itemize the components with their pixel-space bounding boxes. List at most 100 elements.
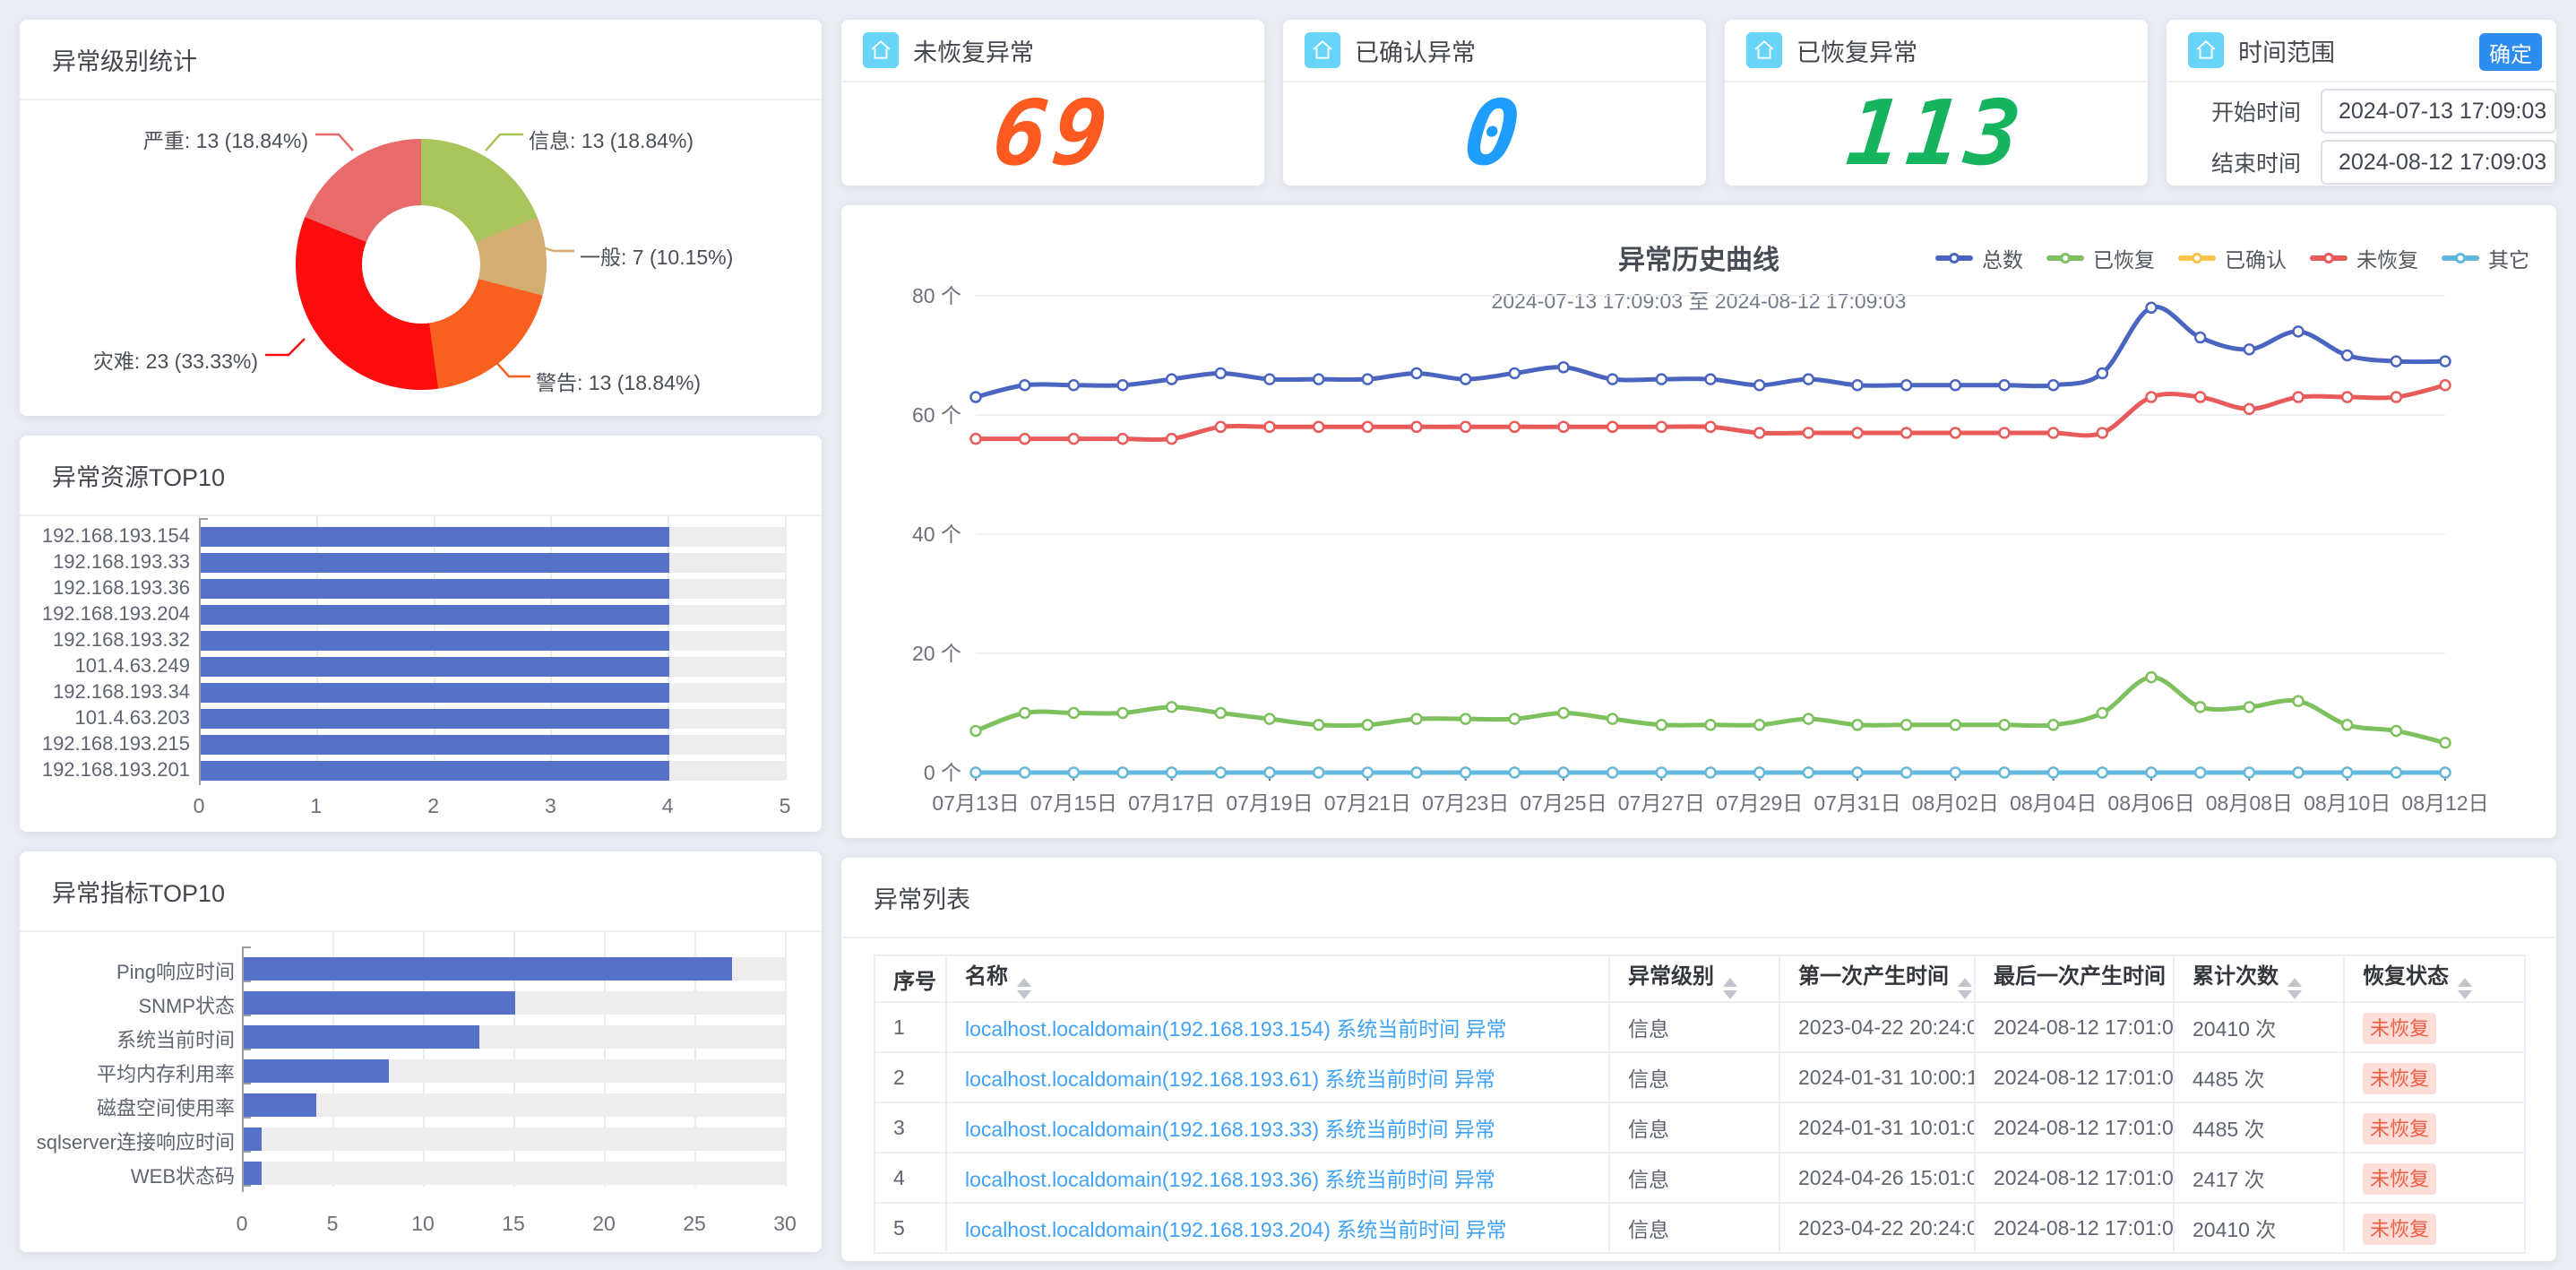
table-row: 1 localhost.localdomain(192.168.193.154) … — [874, 1002, 2525, 1052]
table-header-row: 序号名称异常级别第一次产生时间最后一次产生时间累计次数恢复状态 — [874, 955, 2525, 1002]
bar — [201, 709, 669, 729]
column-header-第一次产生时间[interactable]: 第一次产生时间 — [1779, 955, 1975, 1002]
svg-text:07月13日: 07月13日 — [932, 791, 1019, 815]
end-time-input[interactable]: 2024-08-12 17:09:03 — [2321, 140, 2556, 185]
gridline — [785, 516, 787, 780]
bar-track — [244, 1162, 785, 1185]
time-range-card: 时间范围 确定 开始时间 2024-07-13 17:09:03 结束时间 20… — [2167, 20, 2556, 186]
cell-count: 20410 次 — [2174, 1002, 2344, 1052]
metrics-top10-bar-chart: 051015202530Ping响应时间SNMP状态系统当前时间平均内存利用率磁… — [20, 932, 822, 1250]
exception-link[interactable]: localhost.localdomain(192.168.193.61) 系统… — [965, 1067, 1495, 1091]
sort-icon[interactable] — [1723, 978, 1737, 999]
cell-no: 1 — [874, 1002, 946, 1052]
y-axis-tick — [242, 1117, 251, 1119]
cell-status: 未恢复 — [2344, 1052, 2525, 1102]
svg-text:07月23日: 07月23日 — [1422, 791, 1509, 815]
column-header-异常级别[interactable]: 异常级别 — [1609, 955, 1779, 1002]
bar-category-label: WEB状态码 — [131, 1161, 235, 1189]
x-tick-label: 30 — [773, 1212, 797, 1236]
x-tick-label: 5 — [327, 1212, 339, 1236]
bar-category-label: 平均内存利用率 — [97, 1058, 235, 1087]
column-header-累计次数[interactable]: 累计次数 — [2174, 955, 2344, 1002]
pie-label-警告: 警告: 13 (18.84%) — [536, 366, 701, 396]
panel-exception-list: 异常列表 序号名称异常级别第一次产生时间最后一次产生时间累计次数恢复状态1loc… — [841, 858, 2556, 1261]
cell-count: 2417 次 — [2174, 1153, 2344, 1203]
home-icon — [1746, 32, 1782, 68]
bar-category-label: 101.4.63.249 — [75, 654, 190, 678]
column-header-名称[interactable]: 名称 — [946, 955, 1609, 1002]
column-header-最后一次产生时间[interactable]: 最后一次产生时间 — [1975, 955, 2174, 1002]
exception-link[interactable]: localhost.localdomain(192.168.193.36) 系统… — [965, 1168, 1495, 1191]
cell-name: localhost.localdomain(192.168.193.61) 系统… — [946, 1052, 1609, 1102]
svg-text:08月12日: 08月12日 — [2401, 791, 2488, 815]
svg-text:07月29日: 07月29日 — [1716, 791, 1803, 815]
dashboard: 异常级别统计 信息: 13 (18.84%)一般: 7 (10.15%)警告: … — [0, 0, 2576, 1270]
time-range-title: 时间范围 — [2238, 33, 2335, 68]
cell-level: 信息 — [1609, 1002, 1779, 1052]
x-tick-label: 2 — [427, 794, 439, 818]
column-header-序号: 序号 — [874, 955, 946, 1002]
cell-no: 3 — [874, 1102, 946, 1153]
stat-card-confirmed: 已确认异常 0 — [1283, 20, 1706, 186]
start-time-input[interactable]: 2024-07-13 17:09:03 — [2321, 89, 2556, 134]
status-badge: 未恢复 — [2363, 1013, 2436, 1044]
status-badge: 未恢复 — [2363, 1063, 2436, 1094]
series-line-已恢复 — [976, 678, 2445, 743]
svg-text:07月21日: 07月21日 — [1324, 791, 1411, 815]
cell-level: 信息 — [1609, 1203, 1779, 1253]
svg-text:08月08日: 08月08日 — [2206, 791, 2293, 815]
bar — [201, 553, 669, 573]
exception-link[interactable]: localhost.localdomain(192.168.193.204) 系… — [965, 1218, 1507, 1241]
sort-icon[interactable] — [2287, 978, 2302, 999]
bar-category-label: Ping响应时间 — [116, 956, 235, 985]
exception-link[interactable]: localhost.localdomain(192.168.193.33) 系统… — [965, 1118, 1495, 1141]
bar-category-label: 192.168.193.36 — [53, 576, 190, 600]
svg-text:08月06日: 08月06日 — [2107, 791, 2194, 815]
table-row: 5localhost.localdomain(192.168.193.204) … — [874, 1203, 2525, 1253]
stat-card-unrecovered: 未恢复异常 69 — [841, 20, 1264, 186]
cell-status: 未恢复 — [2344, 1203, 2525, 1253]
bar-category-label: 192.168.193.204 — [42, 602, 190, 626]
sort-icon[interactable] — [1958, 978, 1972, 999]
svg-text:20 个: 20 个 — [912, 642, 961, 665]
svg-text:08月04日: 08月04日 — [2010, 791, 2097, 815]
x-tick-label: 25 — [683, 1212, 706, 1236]
status-badge: 未恢复 — [2363, 1214, 2436, 1245]
panel-metrics-top10-header: 异常指标TOP10 — [20, 851, 822, 932]
table-row: 4localhost.localdomain(192.168.193.36) 系… — [874, 1153, 2525, 1203]
home-icon — [2188, 32, 2224, 68]
svg-text:07月15日: 07月15日 — [1030, 791, 1117, 815]
cell-count: 4485 次 — [2174, 1102, 2344, 1153]
cell-status: 未恢复 — [2344, 1102, 2525, 1153]
sort-icon[interactable] — [2458, 978, 2472, 999]
gridline — [785, 932, 787, 1187]
bar — [244, 1127, 262, 1151]
cell-last-time: 2024-08-12 17:01:04 — [1975, 1153, 2174, 1203]
exception-link[interactable]: localhost.localdomain(192.168.193.154) 系… — [965, 1017, 1507, 1041]
bar — [201, 735, 669, 755]
y-axis-tick — [242, 981, 251, 982]
stat-card-recovered-header: 已恢复异常 — [1725, 20, 2148, 82]
y-axis-tick — [242, 1185, 251, 1187]
stat-card-recovered: 已恢复异常 113 — [1725, 20, 2148, 186]
stat-card-confirmed-label: 已确认异常 — [1355, 33, 1476, 68]
sort-icon[interactable] — [1017, 978, 1031, 999]
panel-metrics-top10-title: 异常指标TOP10 — [52, 874, 225, 909]
cell-status: 未恢复 — [2344, 1002, 2525, 1052]
x-tick-label: 5 — [780, 794, 791, 818]
bar-category-label: 磁盘空间使用率 — [97, 1093, 235, 1121]
svg-text:40 个: 40 个 — [912, 523, 961, 546]
bar — [244, 1059, 389, 1083]
level-stats-donut-chart: 信息: 13 (18.84%)一般: 7 (10.15%)警告: 13 (18.… — [20, 100, 822, 414]
bar — [201, 631, 669, 651]
cell-level: 信息 — [1609, 1052, 1779, 1102]
cell-count: 20410 次 — [2174, 1203, 2344, 1253]
column-header-恢复状态[interactable]: 恢复状态 — [2344, 955, 2525, 1002]
panel-history-curve: 异常历史曲线 2024-07-13 17:09:03 至 2024-08-12 … — [841, 205, 2556, 838]
confirm-button[interactable]: 确定 — [2479, 33, 2542, 71]
bar — [201, 527, 669, 547]
cell-first-time: 2024-01-31 10:01:02 — [1779, 1102, 1975, 1153]
cell-first-time: 2024-01-31 10:00:11 — [1779, 1052, 1975, 1102]
pie-label-一般: 一般: 7 (10.15%) — [580, 240, 733, 271]
bar-category-label: 系统当前时间 — [116, 1024, 235, 1053]
